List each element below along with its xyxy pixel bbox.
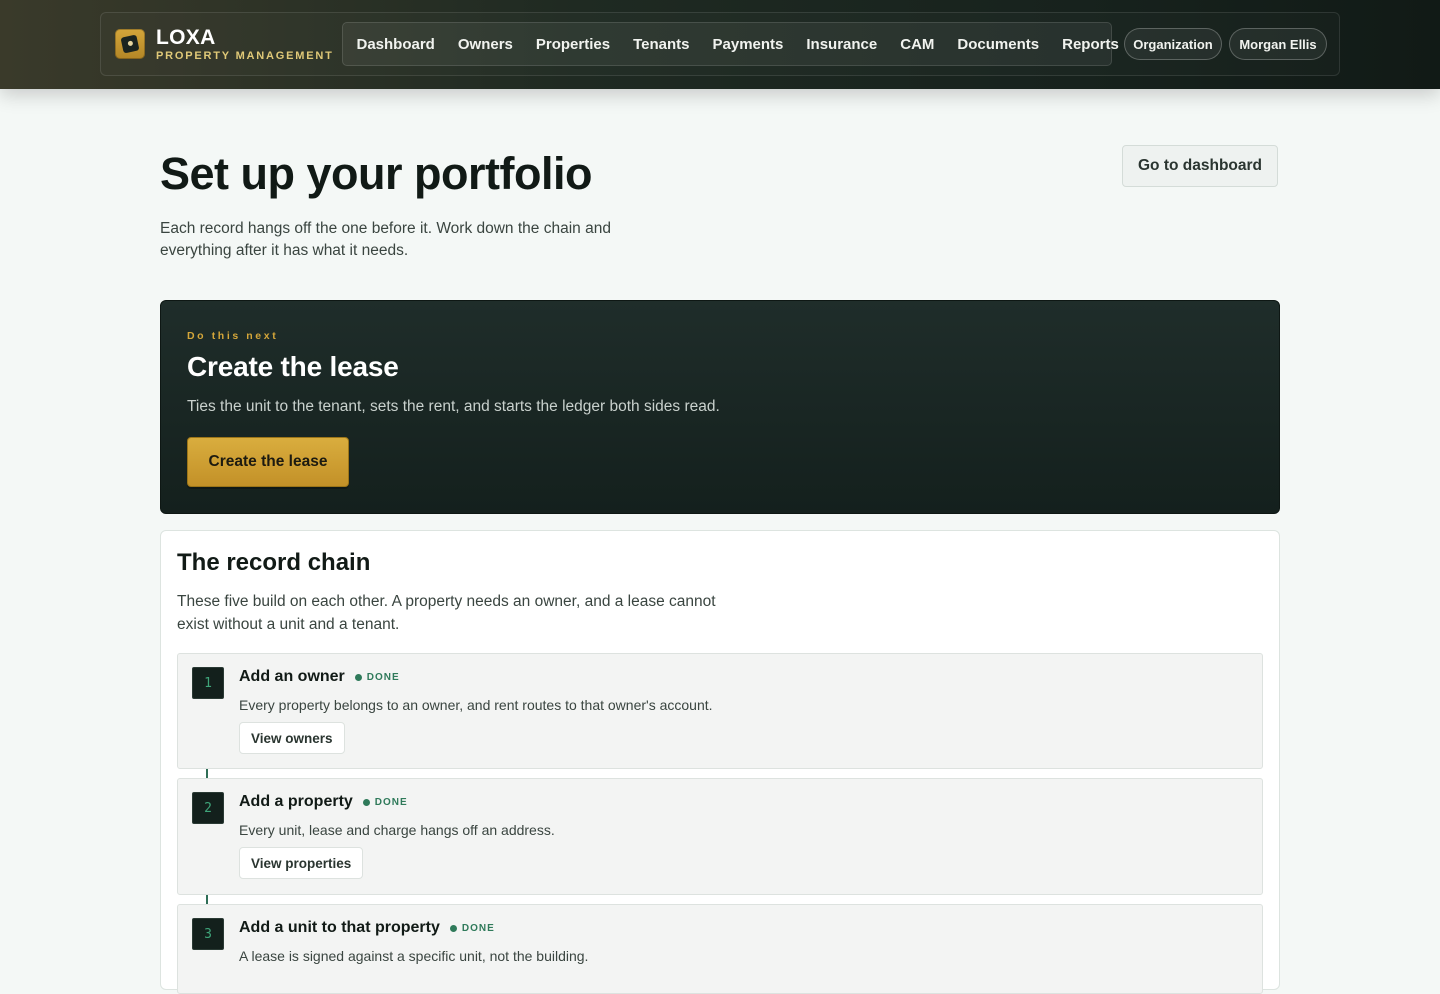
status-badge: DONE xyxy=(354,672,400,683)
chain-step-property: 2 Add a property DONE Every unit, lease … xyxy=(177,778,1263,895)
page-title: Set up your portfolio xyxy=(160,148,592,199)
nav-documents[interactable]: Documents xyxy=(946,36,1051,53)
step-title: Add an owner xyxy=(239,668,345,685)
record-chain-card: The record chain These five build on eac… xyxy=(160,530,1280,994)
record-chain-title: The record chain xyxy=(177,549,371,576)
main-nav: Dashboard Owners Properties Tenants Paym… xyxy=(342,22,1119,66)
step-number: 2 xyxy=(192,792,224,824)
nav-owners[interactable]: Owners xyxy=(446,36,524,53)
record-chain-description: These five build on each other. A proper… xyxy=(177,593,716,633)
user-menu-button[interactable]: Morgan Ellis xyxy=(1229,28,1327,60)
next-action-title: Create the lease xyxy=(187,351,399,382)
chain-step-owner: 1 Add an owner DONE Every property belon… xyxy=(177,653,1263,769)
go-to-dashboard-button[interactable]: Go to dashboard xyxy=(1122,145,1278,187)
loxa-logo-icon xyxy=(115,29,145,59)
next-action-description: Ties the unit to the tenant, sets the re… xyxy=(187,398,720,415)
nav-tenants[interactable]: Tenants xyxy=(622,36,701,53)
step-title: Add a property xyxy=(239,793,353,810)
step-description: A lease is signed against a specific uni… xyxy=(239,948,589,964)
organization-button[interactable]: Organization xyxy=(1124,28,1222,60)
step-description: Every property belongs to an owner, and … xyxy=(239,697,713,713)
nav-reports[interactable]: Reports xyxy=(1051,36,1131,53)
nav-cam[interactable]: CAM xyxy=(889,36,946,53)
step-number: 1 xyxy=(192,667,224,699)
nav-dashboard[interactable]: Dashboard xyxy=(345,36,446,53)
status-badge: DONE xyxy=(449,923,495,934)
chain-connector xyxy=(206,769,208,778)
status-dot-icon xyxy=(362,798,370,806)
top-bar-frame: LOXA PROPERTY MANAGEMENT Dashboard Owner… xyxy=(100,12,1340,76)
status-dot-icon xyxy=(449,924,457,932)
brand-subtitle: PROPERTY MANAGEMENT xyxy=(156,49,334,62)
chain-connector xyxy=(206,895,208,904)
view-owners-button[interactable]: View owners xyxy=(239,722,345,754)
nav-insurance[interactable]: Insurance xyxy=(795,36,889,53)
step-description: Every unit, lease and charge hangs off a… xyxy=(239,822,555,838)
page-intro: Each record hangs off the one before it.… xyxy=(160,220,611,259)
step-title: Add a unit to that property xyxy=(239,919,440,936)
view-properties-button[interactable]: View properties xyxy=(239,847,364,879)
next-action-card: Do this next Create the lease Ties the u… xyxy=(160,300,1280,514)
chain-step-unit: 3 Add a unit to that property DONE A lea… xyxy=(177,904,1263,994)
step-number: 3 xyxy=(192,918,224,950)
brand-name: LOXA xyxy=(156,25,216,49)
top-bar: LOXA PROPERTY MANAGEMENT Dashboard Owner… xyxy=(0,0,1440,89)
nav-properties[interactable]: Properties xyxy=(524,36,621,53)
status-badge: DONE xyxy=(362,797,408,808)
next-action-eyebrow: Do this next xyxy=(187,330,279,342)
brand[interactable]: LOXA PROPERTY MANAGEMENT xyxy=(115,27,334,61)
create-lease-button[interactable]: Create the lease xyxy=(187,437,349,487)
status-dot-icon xyxy=(354,673,362,681)
nav-payments[interactable]: Payments xyxy=(701,36,795,53)
